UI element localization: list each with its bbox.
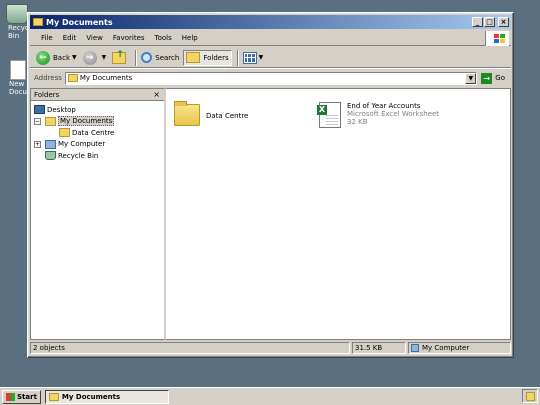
desktop-icon xyxy=(34,105,45,115)
expand-toggle[interactable]: + xyxy=(34,140,41,148)
status-objects: 2 objects xyxy=(30,342,350,354)
folder-icon xyxy=(45,116,56,126)
desktop-icon-recycle-bin[interactable]: Recycle Bin xyxy=(0,4,35,40)
content-area: Folders × Desktop − My Documents Data Ce… xyxy=(30,88,511,340)
folder-icon xyxy=(33,18,43,26)
chevron-down-icon[interactable]: ▼ xyxy=(102,54,107,61)
computer-icon xyxy=(411,344,419,352)
file-name: End of Year Accounts xyxy=(347,102,421,110)
close-button[interactable]: × xyxy=(498,17,509,27)
start-label: Start xyxy=(17,392,37,401)
title-bar[interactable]: My Documents _ □ × xyxy=(30,15,511,29)
menu-favorites[interactable]: Favorites xyxy=(108,34,150,42)
folder-up-icon xyxy=(112,50,127,64)
folder-icon xyxy=(48,392,59,401)
go-label: Go xyxy=(495,74,505,82)
toolbar-separator xyxy=(135,49,137,66)
tree-item-label: My Documents xyxy=(58,116,115,127)
folders-button[interactable]: Folders xyxy=(183,49,232,66)
document-icon xyxy=(10,60,26,80)
tree-item-label: My Computer xyxy=(58,140,106,149)
go-arrow-icon: → xyxy=(481,72,493,84)
status-zone: My Computer xyxy=(408,342,511,354)
recycle-bin-icon xyxy=(45,151,56,161)
up-button[interactable] xyxy=(110,50,130,66)
taskbar-button-my-documents[interactable]: My Documents xyxy=(44,389,169,404)
tree-item-my-documents[interactable]: − My Documents xyxy=(31,116,164,128)
back-button[interactable]: ← Back ▼ xyxy=(34,50,79,66)
toolbar: ← Back ▼ → ▼ Search Folders ▼ xyxy=(30,48,511,68)
start-button[interactable]: Start xyxy=(2,389,41,404)
tree-item-recycle-bin[interactable]: Recycle Bin xyxy=(31,150,164,162)
tray-icon[interactable] xyxy=(525,391,535,401)
desktop-icon-new-document[interactable]: New Document xyxy=(0,60,45,96)
menu-edit[interactable]: Edit xyxy=(58,34,82,42)
folder-icon xyxy=(174,101,200,126)
back-arrow-icon: ← xyxy=(36,50,50,65)
collapse-toggle[interactable]: − xyxy=(34,117,41,125)
windows-flag-icon xyxy=(6,392,15,401)
address-bar: Address My Documents ▼ → Go xyxy=(30,70,511,86)
taskbar-button-label: My Documents xyxy=(61,392,121,401)
back-label: Back xyxy=(53,53,70,62)
tree-item-desktop[interactable]: Desktop xyxy=(31,104,164,116)
file-name: Data Centre xyxy=(206,112,249,120)
toolbar-separator xyxy=(236,49,238,66)
views-button[interactable]: ▼ xyxy=(241,50,266,66)
search-icon xyxy=(141,52,153,63)
file-item-data-centre[interactable]: Data Centre xyxy=(174,101,249,126)
go-button[interactable]: → Go xyxy=(481,72,505,84)
address-input[interactable]: My Documents ▼ xyxy=(64,71,478,85)
menu-bar: File Edit View Favorites Tools Help xyxy=(30,31,511,46)
files-pane: Data Centre End of Year Accounts Microso… xyxy=(166,88,511,340)
tree-item-data-centre[interactable]: Data Centre xyxy=(31,127,164,139)
status-bar: 2 objects 31.5 KB My Computer xyxy=(30,342,511,355)
explorer-window: My Documents _ □ × File Edit View Favori… xyxy=(27,12,514,358)
window-title: My Documents xyxy=(46,17,113,27)
address-dropdown-button[interactable]: ▼ xyxy=(465,72,477,84)
recycle-bin-icon xyxy=(6,4,28,24)
tree-item-label: Data Centre xyxy=(72,128,115,137)
search-label: Search xyxy=(155,53,180,62)
taskbar: Start My Documents xyxy=(0,387,540,405)
file-type: Microsoft Excel Worksheet xyxy=(347,110,440,118)
address-label: Address xyxy=(34,74,62,82)
folders-pane-header: Folders × xyxy=(31,89,164,101)
computer-icon xyxy=(45,139,56,149)
chevron-down-icon[interactable]: ▼ xyxy=(259,54,264,61)
menu-file[interactable]: File xyxy=(36,34,58,42)
status-size: 31.5 KB xyxy=(352,342,406,354)
system-tray xyxy=(522,389,538,403)
folders-icon xyxy=(186,52,201,63)
views-icon xyxy=(242,51,257,64)
desktop-icon-label: New Document xyxy=(9,80,45,96)
menu-help[interactable]: Help xyxy=(177,34,203,42)
folders-pane-title: Folders xyxy=(34,90,60,99)
folders-pane: Folders × Desktop − My Documents Data Ce… xyxy=(30,88,166,340)
menu-tools[interactable]: Tools xyxy=(150,34,177,42)
excel-file-icon xyxy=(317,102,341,128)
folders-label: Folders xyxy=(203,53,229,62)
tree-item-label: Recycle Bin xyxy=(58,151,99,160)
close-pane-button[interactable]: × xyxy=(153,90,160,99)
tree-item-label: Desktop xyxy=(47,105,76,114)
address-value: My Documents xyxy=(79,74,133,82)
chevron-down-icon[interactable]: ▼ xyxy=(72,54,77,61)
folder-icon xyxy=(67,74,78,82)
file-size: 32 KB xyxy=(347,118,368,126)
forward-button[interactable]: → ▼ xyxy=(81,50,109,66)
maximize-button[interactable]: □ xyxy=(484,17,495,27)
folder-icon xyxy=(59,128,70,138)
minimize-button[interactable]: _ xyxy=(472,17,483,27)
status-zone-label: My Computer xyxy=(422,344,470,352)
forward-arrow-icon: → xyxy=(82,50,97,65)
search-button[interactable]: Search xyxy=(139,50,181,66)
tree-item-my-computer[interactable]: + My Computer xyxy=(31,139,164,151)
windows-logo-icon xyxy=(485,31,509,46)
file-item-end-of-year-accounts[interactable]: End of Year Accounts Microsoft Excel Wor… xyxy=(317,102,440,128)
menu-view[interactable]: View xyxy=(81,34,108,42)
